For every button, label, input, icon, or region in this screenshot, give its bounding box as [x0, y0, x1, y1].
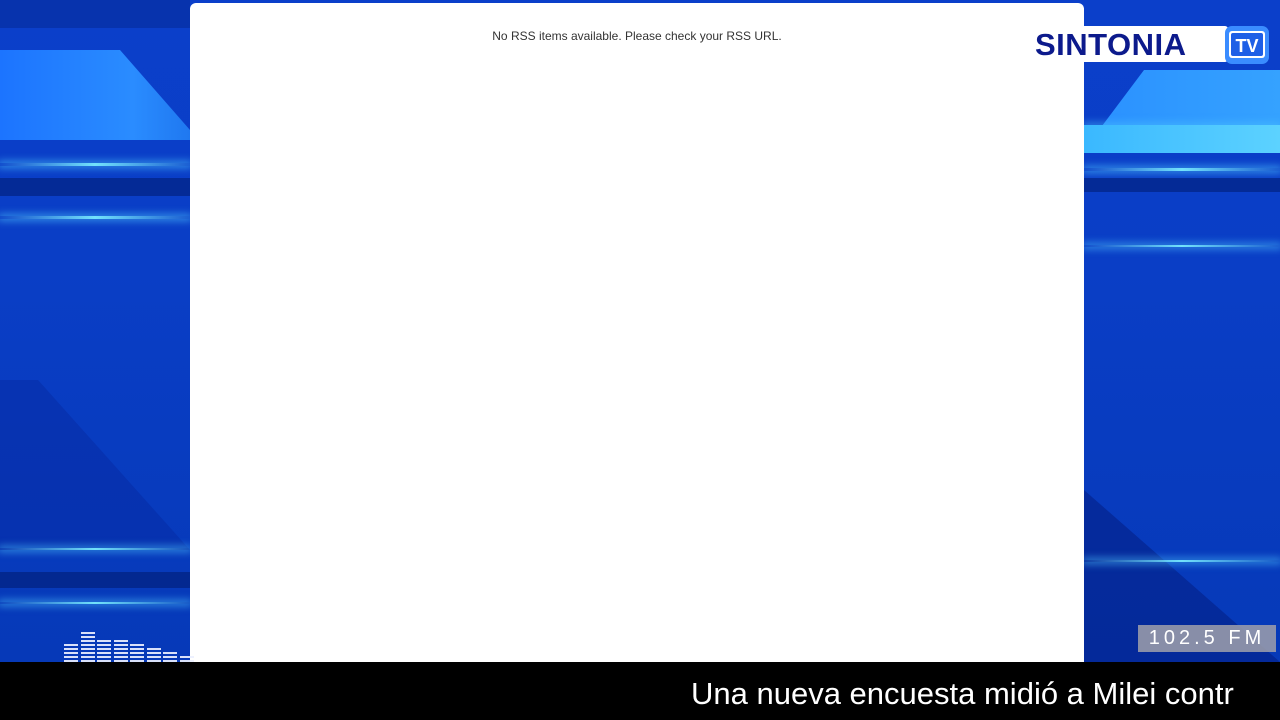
background-band	[0, 178, 190, 196]
equalizer-segment	[146, 652, 161, 654]
tv-icon: TV	[1225, 26, 1269, 64]
frequency-badge: 102.5 FM	[1138, 625, 1276, 652]
equalizer-segment	[163, 652, 177, 654]
background-glow-line	[1084, 168, 1280, 171]
equalizer-segment	[80, 632, 95, 634]
background-glow-line	[0, 163, 190, 166]
ticker-headline: Una nueva encuesta midió a Milei contr	[691, 676, 1234, 711]
equalizer-segment	[130, 644, 144, 646]
background-glow-line	[0, 602, 190, 604]
background-band	[0, 0, 190, 28]
background-glow-line	[1084, 245, 1280, 247]
audio-equalizer-icon	[64, 618, 214, 662]
equalizer-segment	[64, 652, 78, 654]
equalizer-segment	[113, 640, 128, 642]
rss-feed-panel: No RSS items available. Please check you…	[190, 3, 1084, 662]
logo-name: SINTONIA	[1035, 27, 1187, 62]
background-band	[1084, 125, 1280, 153]
equalizer-segment	[64, 648, 78, 650]
equalizer-segment	[97, 652, 111, 654]
background-diagonal	[0, 380, 190, 550]
equalizer-segment	[80, 644, 95, 646]
equalizer-segment	[146, 656, 161, 658]
background-band	[1084, 178, 1280, 192]
equalizer-segment	[80, 636, 95, 638]
equalizer-segment	[179, 656, 194, 658]
news-ticker: Una nueva encuesta midió a Milei contr	[0, 662, 1280, 720]
equalizer-segment	[97, 648, 111, 650]
equalizer-segment	[130, 656, 144, 658]
background-panel	[0, 50, 190, 140]
equalizer-segment	[80, 656, 95, 658]
equalizer-segment	[64, 644, 78, 646]
equalizer-segment	[80, 640, 95, 642]
equalizer-segment	[130, 648, 144, 650]
equalizer-bar	[130, 642, 144, 662]
background-band	[0, 572, 190, 588]
equalizer-segment	[113, 652, 128, 654]
equalizer-bar	[163, 647, 177, 662]
background-glow-line	[0, 548, 190, 550]
equalizer-segment	[130, 652, 144, 654]
logo-badge: TV	[1235, 36, 1258, 56]
equalizer-segment	[113, 644, 128, 646]
background-glow-line	[0, 216, 190, 219]
equalizer-segment	[97, 656, 111, 658]
equalizer-segment	[97, 644, 111, 646]
equalizer-segment	[64, 656, 78, 658]
equalizer-segment	[163, 656, 177, 658]
equalizer-bar	[113, 638, 128, 662]
equalizer-bar	[97, 636, 111, 662]
equalizer-segment	[97, 640, 111, 642]
equalizer-segment	[80, 648, 95, 650]
equalizer-segment	[113, 648, 128, 650]
equalizer-segment	[113, 656, 128, 658]
equalizer-bar	[64, 642, 78, 662]
equalizer-bar	[146, 644, 161, 662]
background-glow-line	[1084, 560, 1280, 562]
rss-empty-message: No RSS items available. Please check you…	[492, 29, 782, 43]
equalizer-segment	[80, 652, 95, 654]
equalizer-bar	[179, 651, 194, 662]
equalizer-bar	[80, 629, 95, 662]
equalizer-segment	[146, 648, 161, 650]
channel-logo: SINTONIA TV	[1030, 24, 1272, 66]
